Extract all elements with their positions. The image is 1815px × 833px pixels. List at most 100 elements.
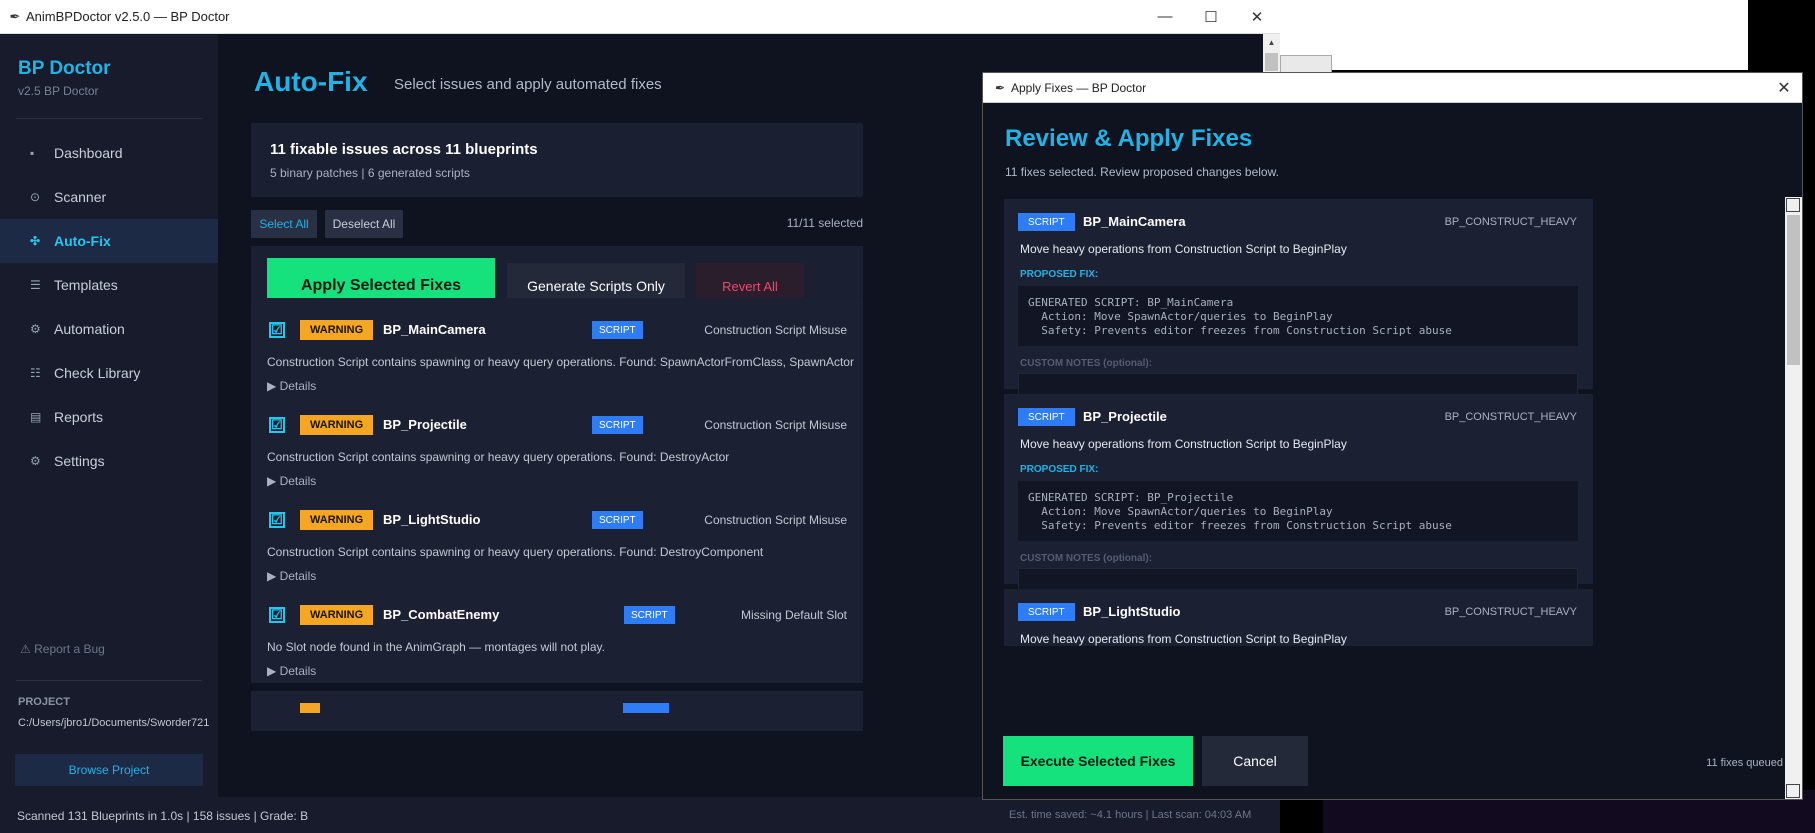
severity-badge: WARNING [300, 415, 374, 435]
cancel-button[interactable]: Cancel [1202, 736, 1308, 786]
issue-card: ☑ WARNING BP_LightStudio SCRIPT Construction… [251, 488, 863, 588]
minimize-button[interactable]: — [1142, 0, 1188, 34]
fix-description: Move heavy operations from Construction … [1020, 632, 1347, 646]
execute-selected-fixes-button[interactable]: Execute Selected Fixes [1003, 736, 1193, 786]
project-path: C:/Users/jbro1/Documents/Sworder721 [18, 717, 210, 729]
page-subtitle: Select issues and apply automated fixes [394, 76, 662, 93]
page-title: Auto-Fix [254, 66, 368, 97]
script-tag: SCRIPT [592, 511, 643, 529]
custom-notes-label: CUSTOM NOTES (optional): [1020, 358, 1153, 369]
fix-code: BP_CONSTRUCT_HEAVY [1444, 606, 1577, 618]
issue-category: Missing Default Slot [740, 608, 847, 622]
brand-version: v2.5 BP Doctor [18, 84, 99, 98]
details-toggle[interactable]: ▶ Details [267, 664, 316, 678]
sidebar-item-check-library[interactable]: ☷ Check Library [0, 351, 218, 395]
proposed-fix-label: PROPOSED FIX: [1020, 464, 1099, 475]
sidebar-item-label: Templates [54, 277, 118, 293]
fix-description: Move heavy operations from Construction … [1020, 437, 1347, 451]
select-all-button[interactable]: Select All [251, 210, 317, 238]
fixes-queued-count: 11 fixes queued [1706, 757, 1783, 769]
issue-description: No Slot node found in the AnimGraph — mo… [267, 640, 605, 654]
issue-checkbox[interactable]: ☑ [269, 607, 285, 623]
dialog-heading: Review & Apply Fixes [1005, 125, 1253, 152]
auto-fix-icon: ✣ [30, 234, 41, 248]
issue-description: Construction Script contains spawning or… [267, 545, 764, 559]
issue-description: Construction Script contains spawning or… [267, 355, 854, 369]
divider [16, 118, 202, 119]
sidebar: BP Doctor v2.5 BP Doctor ▪ Dashboard ⊙ Scan… [0, 34, 218, 797]
scroll-down-arrow[interactable] [1786, 784, 1800, 798]
sidebar-item-automation[interactable]: ⚙ Automation [0, 307, 218, 351]
sidebar-item-label: Check Library [54, 365, 141, 381]
sidebar-item-dashboard[interactable]: ▪ Dashboard [0, 131, 218, 175]
sidebar-item-label: Dashboard [54, 145, 123, 161]
selected-count: 11/11 selected [786, 216, 863, 230]
browse-project-button[interactable]: Browse Project [15, 754, 203, 786]
issue-checkbox[interactable]: ☑ [269, 417, 285, 433]
issue-category: Construction Script Misuse [704, 513, 847, 527]
issue-checkbox[interactable]: ☑ [269, 512, 285, 528]
script-tag: SCRIPT [1018, 408, 1075, 426]
templates-icon: ☰ [30, 278, 41, 292]
project-label: PROJECT [18, 696, 70, 708]
details-toggle[interactable]: ▶ Details [267, 569, 316, 583]
dialog-scrollbar[interactable] [1785, 197, 1802, 799]
script-tag: SCRIPT [624, 606, 675, 624]
proposed-fix-label: PROPOSED FIX: [1020, 269, 1099, 280]
issue-blueprint-name: BP_MainCamera [383, 322, 486, 337]
script-tag: SCRIPT [592, 416, 643, 434]
fix-description: Move heavy operations from Construction … [1020, 242, 1347, 256]
details-toggle[interactable]: ▶ Details [267, 474, 316, 488]
fix-code: BP_CONSTRUCT_HEAVY [1444, 216, 1577, 228]
dialog-close-button[interactable]: ✕ [1766, 78, 1802, 98]
script-tag: SCRIPT [592, 321, 643, 339]
brand: BP Doctor v2.5 BP Doctor [0, 34, 218, 106]
sidebar-item-auto-fix[interactable]: ✣ Auto-Fix [0, 219, 218, 263]
issue-category: Construction Script Misuse [704, 323, 847, 337]
severity-badge: WARNING [300, 320, 374, 340]
status-left: Scanned 131 Blueprints in 1.0s | 158 iss… [17, 809, 309, 823]
sidebar-item-label: Scanner [54, 189, 107, 205]
summary-title: 11 fixable issues across 11 blueprints [270, 141, 538, 158]
issue-blueprint-name: BP_Projectile [383, 417, 467, 432]
sidebar-nav: ▪ Dashboard ⊙ Scanner ✣ Auto-Fix ☰ Templates ⚙ Au… [0, 131, 218, 483]
script-tag: SCRIPT [1018, 603, 1075, 621]
scroll-up-arrow[interactable] [1786, 198, 1800, 212]
sidebar-item-reports[interactable]: ▤ Reports [0, 395, 218, 439]
issue-card: ☑ WARNING BP_Projectile SCRIPT Construction … [251, 393, 863, 493]
scroll-up-arrow[interactable]: ▲ [1263, 34, 1280, 51]
sidebar-item-label: Auto-Fix [54, 233, 111, 249]
brand-title: BP Doctor [18, 58, 111, 79]
issue-card: ☑ WARNING BP_CombatEnemy SCRIPT Missing Defa… [251, 583, 863, 683]
apply-fixes-dialog: ✒ Apply Fixes — BP Doctor ✕ Review & App… [982, 72, 1803, 800]
sidebar-item-scanner[interactable]: ⊙ Scanner [0, 175, 218, 219]
fix-card: SCRIPT BP_Projectile BP_CONSTRUCT_HEAVY Mov… [1004, 394, 1593, 602]
divider [16, 680, 202, 681]
summary-card: 11 fixable issues across 11 blueprints 5… [251, 123, 863, 197]
sidebar-item-templates[interactable]: ☰ Templates [0, 263, 218, 307]
fix-code: BP_CONSTRUCT_HEAVY [1444, 411, 1577, 423]
close-button[interactable]: ✕ [1234, 0, 1280, 34]
sidebar-item-label: Settings [54, 453, 105, 469]
generated-script-box: GENERATED SCRIPT: BP_MainCamera Action: … [1018, 286, 1578, 346]
app-feather-icon: ✒ [994, 80, 1006, 95]
deselect-all-button[interactable]: Deselect All [325, 210, 403, 238]
report-bug-link[interactable]: ⚠ Report a Bug [20, 642, 105, 656]
issue-description: Construction Script contains spawning or… [267, 450, 730, 464]
window-title: AnimBPDoctor v2.5.0 — BP Doctor [26, 9, 230, 24]
severity-badge: WARNING [300, 605, 374, 625]
details-toggle[interactable]: ▶ Details [267, 379, 316, 393]
scroll-thumb[interactable] [1787, 215, 1800, 365]
status-right: Est. time saved: ~4.1 hours | Last scan:… [1009, 809, 1252, 821]
fix-blueprint-name: BP_MainCamera [1083, 214, 1186, 229]
issue-card [251, 691, 863, 731]
maximize-button[interactable]: ☐ [1188, 0, 1234, 34]
script-tag: SCRIPT [1018, 213, 1075, 231]
issue-card: ☑ WARNING BP_MainCamera SCRIPT Construction … [251, 298, 863, 398]
scroll-thumb[interactable] [1265, 53, 1278, 71]
warning-icon: ⚠ [20, 642, 31, 656]
sidebar-item-settings[interactable]: ⚙ Settings [0, 439, 218, 483]
custom-notes-label: CUSTOM NOTES (optional): [1020, 553, 1153, 564]
issue-checkbox[interactable]: ☑ [269, 322, 285, 338]
summary-detail: 5 binary patches | 6 generated scripts [270, 166, 470, 180]
